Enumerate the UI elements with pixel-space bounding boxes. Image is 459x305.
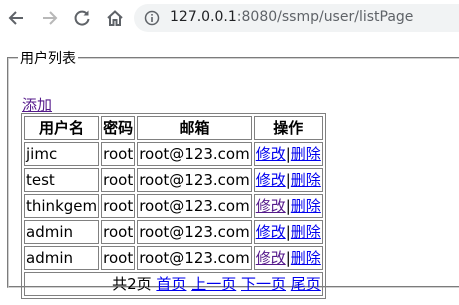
column-header-email: 邮箱	[137, 116, 252, 140]
cell-password: root	[101, 168, 136, 192]
cell-email: root@123.com	[137, 168, 252, 192]
cell-username: admin	[24, 220, 100, 244]
delete-link[interactable]: 删除	[291, 197, 321, 215]
column-header-username: 用户名	[24, 116, 100, 140]
table-row: jimc root root@123.com 修改|删除	[24, 142, 323, 166]
back-button[interactable]	[4, 6, 28, 30]
cell-password: root	[101, 194, 136, 218]
delete-link[interactable]: 删除	[291, 171, 321, 189]
cell-actions: 修改|删除	[253, 220, 323, 244]
cell-password: root	[101, 246, 136, 270]
edit-link[interactable]: 修改	[256, 171, 286, 189]
cell-email: root@123.com	[137, 194, 252, 218]
home-button[interactable]	[103, 6, 127, 30]
cell-password: root	[101, 220, 136, 244]
url-text: 127.0.0.1:8080/ssmp/user/listPage	[170, 9, 413, 25]
cell-actions: 修改|删除	[253, 246, 323, 270]
url-path: :8080/ssmp/user/listPage	[236, 9, 414, 25]
page-count: 共2页	[112, 275, 152, 293]
arrow-right-icon	[43, 11, 58, 25]
reload-icon	[74, 10, 90, 26]
arrow-left-icon	[8, 11, 23, 25]
table-row: test root root@123.com 修改|删除	[24, 168, 323, 192]
table-row: thinkgem root root@123.com 修改|删除	[24, 194, 323, 218]
info-icon[interactable]	[144, 10, 160, 26]
home-icon	[107, 10, 123, 26]
address-bar[interactable]: 127.0.0.1:8080/ssmp/user/listPage	[134, 4, 459, 32]
cell-email: root@123.com	[137, 142, 252, 166]
edit-link[interactable]: 修改	[256, 249, 286, 267]
delete-link[interactable]: 删除	[291, 249, 321, 267]
next-page-link[interactable]: 下一页	[241, 275, 286, 293]
pager-row: 共2页 首页 上一页 下一页 尾页	[24, 272, 323, 296]
column-header-password: 密码	[101, 116, 136, 140]
table-row: admin root root@123.com 修改|删除	[24, 220, 323, 244]
delete-link[interactable]: 删除	[291, 145, 321, 163]
url-host: 127.0.0.1	[170, 9, 237, 25]
last-page-link[interactable]: 尾页	[291, 275, 321, 293]
delete-link[interactable]: 删除	[291, 223, 321, 241]
column-header-actions: 操作	[253, 116, 323, 140]
add-user-link[interactable]: 添加	[22, 94, 52, 115]
cell-username: jimc	[24, 142, 100, 166]
cell-actions: 修改|删除	[253, 142, 323, 166]
browser-toolbar: 127.0.0.1:8080/ssmp/user/listPage	[0, 0, 459, 36]
cell-username: admin	[24, 246, 100, 270]
forward-button[interactable]	[38, 6, 62, 30]
cell-username: test	[24, 168, 100, 192]
cell-actions: 修改|删除	[253, 168, 323, 192]
table-row: admin root root@123.com 修改|删除	[24, 246, 323, 270]
edit-link[interactable]: 修改	[256, 145, 286, 163]
cell-actions: 修改|删除	[253, 194, 323, 218]
user-table: 用户名 密码 邮箱 操作 jimc root root@123.com 修改|删…	[21, 113, 326, 299]
cell-password: root	[101, 142, 136, 166]
edit-link[interactable]: 修改	[256, 197, 286, 215]
first-page-link[interactable]: 首页	[156, 275, 186, 293]
fieldset-legend: 用户列表	[20, 51, 76, 67]
reload-button[interactable]	[70, 6, 94, 30]
edit-link[interactable]: 修改	[256, 223, 286, 241]
user-list-fieldset: 用户列表 添加 用户名 密码 邮箱 操作 jimc root root@123.…	[7, 48, 459, 299]
pager-cell: 共2页 首页 上一页 下一页 尾页	[24, 272, 323, 296]
prev-page-link[interactable]: 上一页	[191, 275, 236, 293]
table-header-row: 用户名 密码 邮箱 操作	[24, 116, 323, 140]
cell-username: thinkgem	[24, 194, 100, 218]
cell-email: root@123.com	[137, 220, 252, 244]
cell-email: root@123.com	[137, 246, 252, 270]
